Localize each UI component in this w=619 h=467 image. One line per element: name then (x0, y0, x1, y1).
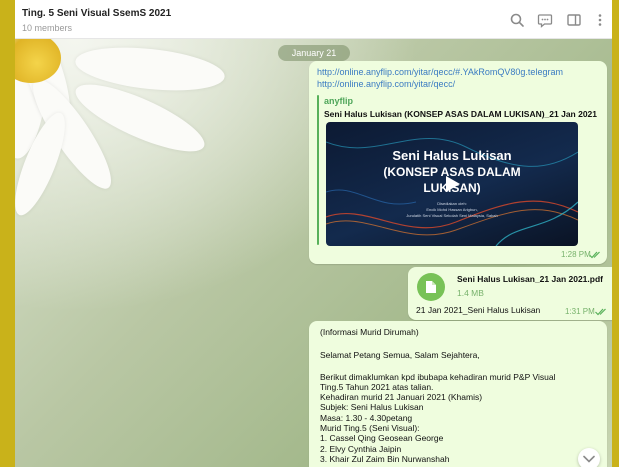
chat-header[interactable]: Ting. 5 Seni Visual SsemS 2021 10 member… (15, 0, 612, 39)
read-receipt-icon (595, 308, 606, 316)
message-line: 2. Elvy Cynthia Jaipin (320, 444, 402, 454)
message-line: Masa: 1.30 - 4.30petang (320, 413, 413, 423)
file-name[interactable]: Seni Halus Lukisan_21 Jan 2021.pdf (457, 274, 603, 284)
message-link-preview[interactable]: http://online.anyflip.com/yitar/qecc/#.Y… (309, 61, 607, 264)
more-icon[interactable] (592, 12, 608, 28)
preview-thumbnail[interactable]: Seni Halus Lukisan (KONSEP ASAS DALAM LU… (326, 122, 578, 246)
file-icon (426, 281, 436, 293)
message-line: 1. Cassel Qing Geosean George (320, 433, 444, 443)
message-time: 1:31 PM (565, 307, 595, 316)
member-count[interactable]: 10 members (22, 23, 72, 33)
thumbnail-small-line-3: Jurulatih Seni Visual Sekolah Seni Malay… (406, 213, 498, 218)
preview-accent-bar (317, 95, 319, 245)
message-line: Kehadiran murid 21 Januari 2021 (Khamis) (320, 392, 483, 402)
message-link-2[interactable]: http://online.anyflip.com/yitar/qecc/ (317, 79, 455, 89)
scroll-to-bottom-button[interactable] (578, 448, 600, 467)
date-separator: January 21 (278, 45, 350, 61)
thumbnail-small-line-1: Disediakan oleh: (437, 201, 467, 206)
message-line: Ting.5 Tahun 2021 atas talian. (320, 382, 434, 392)
message-line: Subjek: Seni Halus Lukisan (320, 402, 424, 412)
file-size: 1.4 MB (457, 288, 484, 298)
play-icon[interactable] (442, 174, 462, 194)
read-receipt-icon (589, 251, 600, 259)
chat-icon[interactable] (537, 12, 553, 28)
telegram-window: Ting. 5 Seni Visual SsemS 2021 10 member… (15, 0, 612, 467)
message-line: Berikut dimaklumkan kpd ibubapa kehadira… (320, 372, 556, 382)
file-download-button[interactable] (417, 273, 445, 301)
search-icon[interactable] (509, 12, 525, 28)
message-line: 3. Khair Zul Zaim Bin Nurwanshah (320, 454, 450, 464)
message-link-1[interactable]: http://online.anyflip.com/yitar/qecc/#.Y… (317, 67, 563, 77)
message-text[interactable]: (Informasi Murid Dirumah) Selamat Petang… (309, 321, 607, 467)
thumbnail-small-line-2: Encik Mohd Hassan Arigbun, (426, 207, 478, 212)
chevron-down-icon (583, 455, 595, 463)
message-time: 1:28 PM (561, 250, 591, 259)
message-line: (Informasi Murid Dirumah) (320, 327, 419, 337)
thumbnail-title-line-1: Seni Halus Lukisan (392, 148, 512, 163)
sidebar-icon[interactable] (566, 12, 582, 28)
chat-area[interactable]: January 21 http://online.anyflip.com/yit… (15, 39, 612, 467)
preview-title[interactable]: Seni Halus Lukisan (KONSEP ASAS DALAM LU… (324, 109, 597, 119)
message-line: Selamat Petang Semua, Salam Sejahtera, (320, 350, 480, 360)
file-caption: 21 Jan 2021_Seni Halus Lukisan (416, 305, 541, 315)
chat-title[interactable]: Ting. 5 Seni Visual SsemS 2021 (22, 8, 171, 19)
message-line: Murid Ting.5 (Seni Visual): (320, 423, 420, 433)
message-file[interactable]: Seni Halus Lukisan_21 Jan 2021.pdf 1.4 M… (408, 267, 612, 320)
preview-site-name[interactable]: anyflip (324, 96, 353, 106)
